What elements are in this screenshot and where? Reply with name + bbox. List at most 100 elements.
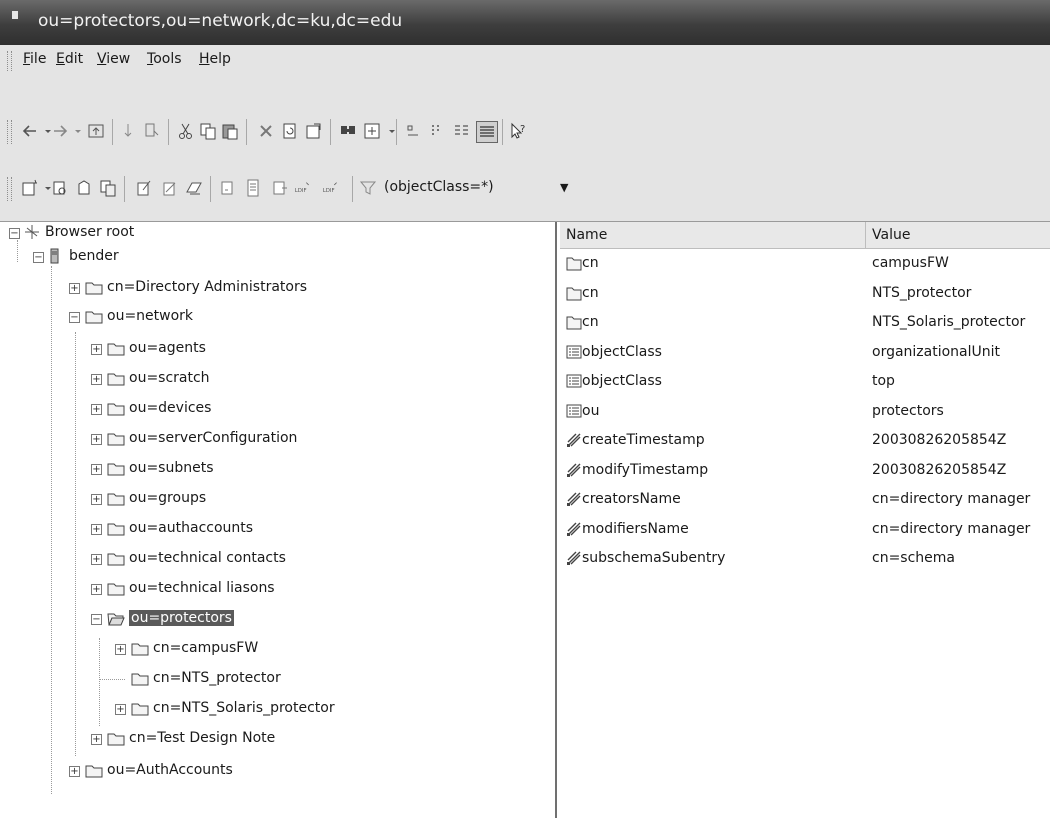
folder-icon xyxy=(107,460,125,476)
move-icon[interactable] xyxy=(142,121,162,141)
refresh-icon[interactable] xyxy=(280,121,300,141)
attribute-name: ou xyxy=(582,402,600,419)
expand-icon[interactable]: + xyxy=(115,704,126,715)
toolbar-grip[interactable] xyxy=(7,177,12,201)
menubar-grip[interactable] xyxy=(7,51,12,71)
attribute-row[interactable]: objectClass top xyxy=(560,368,1050,395)
copy-icon[interactable] xyxy=(198,121,218,141)
delete-icon[interactable] xyxy=(256,121,276,141)
forward-dropdown-icon[interactable] xyxy=(68,121,81,141)
operational-attribute-icon xyxy=(566,550,582,566)
collapse-icon[interactable]: − xyxy=(69,312,80,323)
attribute-value: cn=directory manager xyxy=(872,520,1031,537)
paste-icon[interactable] xyxy=(220,121,240,141)
new-entry-dropdown-icon[interactable] xyxy=(38,178,51,198)
expand-icon[interactable]: + xyxy=(69,766,80,777)
find-icon[interactable] xyxy=(338,121,358,141)
expand-icon[interactable]: + xyxy=(91,464,102,475)
attribute-value: NTS_Solaris_protector xyxy=(872,314,1026,330)
column-header-name[interactable]: Name xyxy=(560,222,866,248)
attribute-value: top xyxy=(872,373,895,389)
collapse-icon[interactable]: − xyxy=(9,228,20,239)
attribute-row[interactable]: createTimestamp 20030826205854Z xyxy=(560,427,1050,454)
properties-page-icon[interactable] xyxy=(270,178,290,198)
bookmark-icon[interactable] xyxy=(74,178,94,198)
edit-schema-icon[interactable] xyxy=(184,178,204,198)
attribute-row[interactable]: modifyTimestamp 20030826205854Z xyxy=(560,457,1050,484)
attribute-list[interactable]: Name Value cn campusFW cn NTS_protector cn NT… xyxy=(560,222,1050,818)
attribute-name: creatorsName xyxy=(582,491,681,507)
filter-combo[interactable]: (objectClass=*) ▼ xyxy=(384,177,594,199)
menu-view[interactable]: View xyxy=(97,51,130,67)
new-window-dropdown-icon[interactable] xyxy=(382,121,395,141)
attribute-value: cn=schema xyxy=(872,550,955,566)
expand-icon[interactable]: + xyxy=(91,434,102,445)
whats-this-help-icon[interactable]: ? xyxy=(508,121,528,141)
folder-icon xyxy=(107,520,125,536)
move-down-icon[interactable] xyxy=(120,121,140,141)
ldif-import-icon[interactable]: LDIF xyxy=(322,178,348,198)
attribute-value: campusFW xyxy=(872,255,949,271)
expand-icon[interactable]: + xyxy=(91,344,102,355)
expand-icon[interactable]: + xyxy=(91,734,102,745)
new-window-icon[interactable] xyxy=(362,121,382,141)
folder-icon xyxy=(107,340,125,356)
attribute-row[interactable]: modifiersName cn=directory manager xyxy=(560,516,1050,543)
attribute-row[interactable]: cn NTS_protector xyxy=(560,280,1050,307)
cut-icon[interactable] xyxy=(176,121,196,141)
collapse-icon[interactable]: − xyxy=(91,614,102,625)
folder-icon xyxy=(107,430,125,446)
expand-icon[interactable]: + xyxy=(91,494,102,505)
folder-icon xyxy=(85,308,103,324)
svg-text:LDIF: LDIF xyxy=(295,188,307,194)
import-icon[interactable] xyxy=(244,178,264,198)
attribute-value: NTS_protector xyxy=(872,284,972,301)
attribute-row[interactable]: cn NTS_Solaris_protector xyxy=(560,309,1050,336)
menu-edit[interactable]: Edit xyxy=(56,51,83,67)
expand-icon[interactable]: + xyxy=(91,404,102,415)
new-entry-icon[interactable] xyxy=(20,178,40,198)
list-icon xyxy=(566,373,582,389)
toolbar-separator xyxy=(352,176,353,202)
export-icon[interactable] xyxy=(218,178,238,198)
large-icons-view-icon[interactable] xyxy=(404,121,424,141)
list-view-icon[interactable] xyxy=(452,121,472,141)
back-dropdown-icon[interactable] xyxy=(38,121,51,141)
attribute-name: cn xyxy=(582,284,599,301)
expand-icon[interactable]: + xyxy=(91,554,102,565)
up-level-icon[interactable] xyxy=(86,121,106,141)
expand-icon[interactable]: + xyxy=(115,644,126,655)
toolbar-grip[interactable] xyxy=(7,120,12,144)
attribute-row[interactable]: ou protectors xyxy=(560,398,1050,425)
tree-connector xyxy=(99,638,100,726)
expand-icon[interactable]: + xyxy=(69,283,80,294)
menu-tools[interactable]: Tools xyxy=(147,51,182,67)
expand-icon[interactable]: + xyxy=(91,524,102,535)
directory-tree[interactable]: − Browser root − bender + cn=Directory A… xyxy=(9,222,557,818)
attribute-row[interactable]: subschemaSubentry cn=schema xyxy=(560,545,1050,572)
ldif-export-icon[interactable]: LDIF xyxy=(294,178,320,198)
chevron-down-icon[interactable]: ▼ xyxy=(560,181,568,194)
attribute-value: protectors xyxy=(872,402,944,419)
compare-icon[interactable] xyxy=(98,178,118,198)
forward-icon[interactable] xyxy=(50,121,70,141)
expand-icon[interactable]: + xyxy=(91,374,102,385)
collapse-icon[interactable]: − xyxy=(33,252,44,263)
menu-file[interactable]: File xyxy=(23,51,46,67)
small-icons-view-icon[interactable] xyxy=(428,121,448,141)
edit-entry-icon[interactable] xyxy=(134,178,154,198)
details-view-icon[interactable] xyxy=(476,121,498,143)
window-menu-icon[interactable] xyxy=(12,11,18,19)
expand-icon[interactable]: + xyxy=(91,584,102,595)
attribute-row[interactable]: cn campusFW xyxy=(560,250,1050,277)
column-header-value[interactable]: Value xyxy=(866,222,1050,248)
find-entry-icon[interactable] xyxy=(50,178,70,198)
back-icon[interactable] xyxy=(20,121,40,141)
attribute-row[interactable]: objectClass organizationalUnit xyxy=(560,339,1050,366)
operational-attribute-icon xyxy=(566,462,582,478)
attribute-row[interactable]: creatorsName cn=directory manager xyxy=(560,486,1050,513)
properties-icon[interactable] xyxy=(304,121,324,141)
rename-entry-icon[interactable] xyxy=(160,178,180,198)
menu-help[interactable]: Help xyxy=(199,51,231,67)
filter-icon[interactable] xyxy=(358,178,378,198)
